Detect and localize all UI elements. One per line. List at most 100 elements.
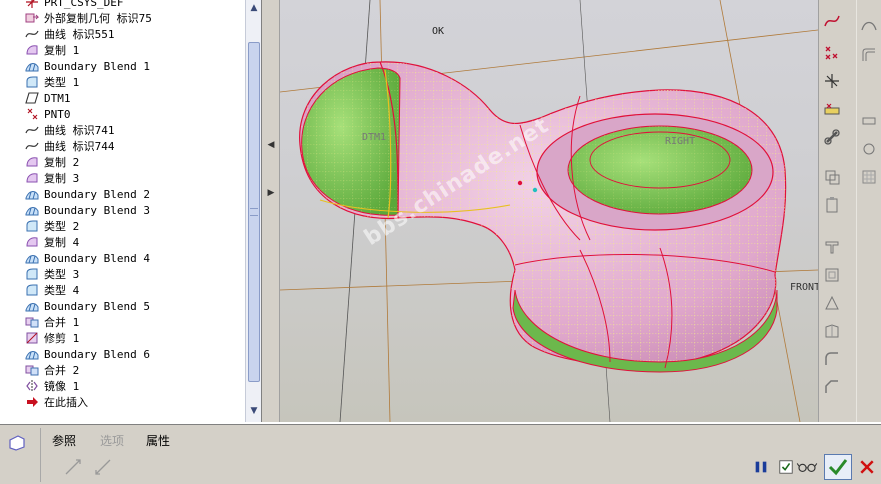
shell-tool-button[interactable] xyxy=(821,264,843,286)
tree-item-label: Boundary Blend 2 xyxy=(44,187,150,201)
analysis-tool-button[interactable] xyxy=(821,98,843,120)
diagonal-arrow-icon xyxy=(65,459,81,475)
tree-item-label: 合并 1 xyxy=(44,316,80,329)
tree-item-label: Boundary Blend 6 xyxy=(44,347,150,361)
tree-item[interactable]: 复制 3 xyxy=(0,170,246,186)
surface-tool-button[interactable] xyxy=(858,14,880,36)
panel-splitter[interactable]: ◀ ▶ xyxy=(263,0,280,422)
tree-item[interactable]: 在此插入 xyxy=(0,394,246,410)
tree-item[interactable]: 复制 4 xyxy=(0,234,246,250)
surface-icon xyxy=(861,21,877,31)
extrude-tool-button[interactable] xyxy=(821,236,843,258)
round-tool-button[interactable] xyxy=(821,348,843,370)
tab-properties[interactable]: 属性 xyxy=(146,432,170,449)
offset-tool-button[interactable] xyxy=(858,44,880,66)
type-icon xyxy=(24,75,40,89)
copy-surface-icon xyxy=(24,235,40,249)
tree-item[interactable]: 修剪 1 xyxy=(0,330,246,346)
tree-item[interactable]: 曲线 标识741 xyxy=(0,122,246,138)
tab-references[interactable]: 参照 xyxy=(52,432,76,449)
copy-tool-button[interactable] xyxy=(821,166,843,188)
tree-item[interactable]: 曲线 标识551 xyxy=(0,26,246,42)
feature-toolbar xyxy=(856,0,881,422)
solidify-tool-button[interactable] xyxy=(858,138,880,160)
external-copy-geom-icon xyxy=(24,11,40,25)
table-tool-button[interactable] xyxy=(858,166,880,188)
tree-item[interactable]: Boundary Blend 2 xyxy=(0,186,246,202)
round-icon xyxy=(825,352,838,365)
preview-checkbox[interactable] xyxy=(777,454,795,480)
ok-label: OK xyxy=(432,26,445,37)
boundary-blend-icon xyxy=(24,187,40,201)
tree-item-label: 复制 3 xyxy=(44,172,80,185)
shell-icon xyxy=(825,268,839,282)
pro-engineer-window: PRT_CSYS_DEF 外部复制几何 标识75 曲线 标识551 复制 1 Bound… xyxy=(0,0,881,484)
tree-item-label: 复制 2 xyxy=(44,156,80,169)
close-icon xyxy=(860,460,874,474)
tree-item[interactable]: 类型 4 xyxy=(0,282,246,298)
model-tree-scrollbar[interactable]: ▲ ▼ xyxy=(245,0,261,422)
tree-item[interactable]: 镜像 1 xyxy=(0,378,246,394)
direction-tool-1-button[interactable] xyxy=(62,456,84,478)
cancel-button[interactable] xyxy=(856,454,878,480)
pause-button[interactable] xyxy=(752,454,770,480)
graphics-viewport[interactable]: OK DTM1 RIGHT FRONT bbs.chinade.net xyxy=(280,0,818,422)
tree-item[interactable]: Boundary Blend 1 xyxy=(0,58,246,74)
sketch-curve-tool-button[interactable] xyxy=(821,10,843,32)
tree-item[interactable]: 外部复制几何 标识75 xyxy=(0,10,246,26)
copy-icon xyxy=(825,170,840,185)
tree-item[interactable]: 类型 2 xyxy=(0,218,246,234)
datum-point-tool-button[interactable] xyxy=(821,42,843,64)
surface-model[interactable] xyxy=(299,61,787,373)
checkbox-checked-icon xyxy=(779,460,793,474)
tree-item[interactable]: 合并 2 xyxy=(0,362,246,378)
tree-item[interactable]: Boundary Blend 4 xyxy=(0,250,246,266)
thicken-tool-button[interactable] xyxy=(858,110,880,132)
sketch-curve-icon xyxy=(824,15,840,27)
draft-tool-button[interactable] xyxy=(821,292,843,314)
rib-tool-button[interactable] xyxy=(821,320,843,342)
direction-tool-2-button[interactable] xyxy=(92,456,114,478)
scroll-up-arrow-icon[interactable]: ▲ xyxy=(247,1,261,15)
tree-item-label: 类型 1 xyxy=(44,76,80,89)
tab-options[interactable]: 选项 xyxy=(100,432,124,449)
tree-item-label: 合并 2 xyxy=(44,364,80,377)
tree-item[interactable]: 复制 2 xyxy=(0,154,246,170)
tree-item[interactable]: Boundary Blend 5 xyxy=(0,298,246,314)
datum-plane-icon xyxy=(24,91,40,105)
trim-icon xyxy=(24,331,40,345)
tree-item[interactable]: PNT0 xyxy=(0,106,246,122)
tree-item[interactable]: 类型 1 xyxy=(0,74,246,90)
tree-item-label: 曲线 标识741 xyxy=(44,124,115,137)
chain-icon xyxy=(824,129,840,145)
verify-preview-button[interactable] xyxy=(795,454,819,480)
datum-toolbar xyxy=(818,0,856,422)
merge-icon xyxy=(24,363,40,377)
tree-item[interactable]: 曲线 标识744 xyxy=(0,138,246,154)
tree-item[interactable]: Boundary Blend 6 xyxy=(0,346,246,362)
dashboard-separator xyxy=(40,428,41,482)
collapse-left-arrow-icon[interactable]: ◀ xyxy=(267,140,275,150)
expand-right-arrow-icon[interactable]: ▶ xyxy=(267,188,275,198)
tree-item-label: 类型 4 xyxy=(44,284,80,297)
tree-item-label: DTM1 xyxy=(44,91,71,105)
tree-item[interactable]: PRT_CSYS_DEF xyxy=(0,0,246,10)
datum-coord-tool-button[interactable] xyxy=(821,70,843,92)
rib-icon xyxy=(825,324,839,338)
apply-ok-button[interactable] xyxy=(824,454,852,480)
tree-item[interactable]: 类型 3 xyxy=(0,266,246,282)
chamfer-tool-button[interactable] xyxy=(821,376,843,398)
boundary-blend-icon xyxy=(24,299,40,313)
tree-item[interactable]: 复制 1 xyxy=(0,42,246,58)
checkmark-icon xyxy=(828,459,848,476)
model-3d-view[interactable] xyxy=(280,0,818,422)
draft-icon xyxy=(825,295,839,310)
offset-icon xyxy=(862,48,875,61)
tree-item[interactable]: 合并 1 xyxy=(0,314,246,330)
tree-item[interactable]: DTM1 xyxy=(0,90,246,106)
surface-feature-icon xyxy=(6,432,28,454)
scroll-down-arrow-icon[interactable]: ▼ xyxy=(247,404,261,418)
tree-item[interactable]: Boundary Blend 3 xyxy=(0,202,246,218)
paste-tool-button[interactable] xyxy=(821,194,843,216)
chain-tool-button[interactable] xyxy=(821,126,843,148)
